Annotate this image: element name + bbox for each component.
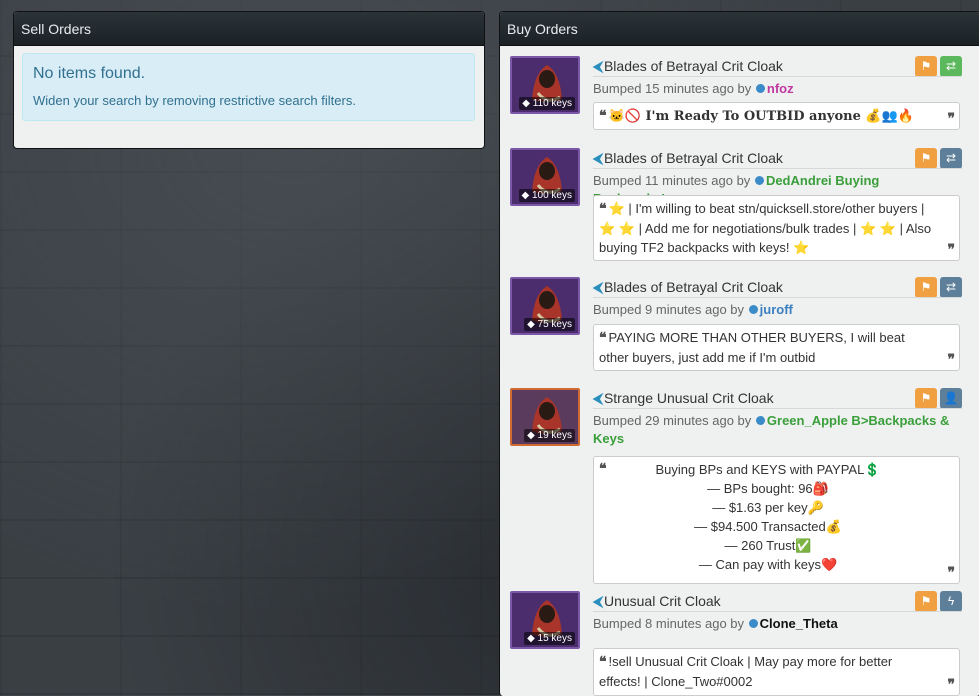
item-thumbnail[interactable]: ◆ 75 keys bbox=[510, 277, 580, 335]
instant-trade-button[interactable]: ϟ bbox=[940, 591, 962, 612]
exchange-icon: ⇄ bbox=[945, 151, 957, 165]
user-link[interactable]: Clone_Theta bbox=[760, 616, 838, 631]
listing-buttons: ⚑ ⇄ bbox=[912, 56, 962, 77]
divider bbox=[593, 408, 962, 409]
quote-open-icon: ❝ bbox=[599, 108, 607, 124]
quote-open-icon: ❝ bbox=[599, 330, 607, 346]
item-thumbnail[interactable]: ◆ 15 keys bbox=[510, 591, 580, 649]
listing-note: ❝ PAYING MORE THAN OTHER BUYERS, I will b… bbox=[593, 324, 960, 371]
report-flag-button[interactable]: ⚑ bbox=[915, 148, 937, 169]
item-title[interactable]: ⮜Blades of Betrayal Crit Cloak bbox=[593, 150, 783, 167]
arrow-left-icon: ⮜ bbox=[593, 593, 603, 609]
lightning-icon: ϟ bbox=[947, 594, 955, 608]
online-status-dot bbox=[755, 416, 765, 425]
quote-close-icon: ❞ bbox=[947, 352, 955, 368]
no-items-title: No items found. bbox=[33, 65, 146, 82]
divider bbox=[593, 76, 962, 77]
trade-offer-button[interactable]: ⇄ bbox=[940, 56, 962, 77]
no-items-hint: Widen your search by removing restrictiv… bbox=[33, 93, 356, 108]
divider bbox=[593, 297, 962, 298]
online-status-dot bbox=[748, 305, 758, 314]
quote-close-icon: ❞ bbox=[947, 565, 955, 581]
no-items-alert: No items found. Widen your search by rem… bbox=[22, 53, 475, 121]
listing-buttons: ⚑ 👤 bbox=[912, 388, 962, 409]
price-tag: ◆ 110 keys bbox=[519, 97, 575, 110]
exchange-icon: ⇄ bbox=[945, 280, 957, 294]
arrow-left-icon: ⮜ bbox=[593, 390, 603, 406]
bumped-info: Bumped 29 minutes ago by Green_Apple B>B… bbox=[593, 413, 950, 446]
flag-icon: ⚑ bbox=[920, 151, 932, 165]
trade-offer-button[interactable]: ⇄ bbox=[940, 148, 962, 169]
item-thumbnail[interactable]: ◆ 19 keys bbox=[510, 388, 580, 446]
listing-note: ❝ ⭐ | I'm willing to beat stn/quicksell.s… bbox=[593, 195, 960, 261]
report-flag-button[interactable]: ⚑ bbox=[915, 56, 937, 77]
flag-icon: ⚑ bbox=[920, 594, 932, 608]
listing-note: ❝ Buying BPs and KEYS with PAYPAL💲 — BPs… bbox=[593, 456, 960, 584]
divider bbox=[593, 611, 962, 612]
quote-open-icon: ❝ bbox=[599, 201, 607, 217]
item-title[interactable]: ⮜Blades of Betrayal Crit Cloak bbox=[593, 279, 783, 296]
report-flag-button[interactable]: ⚑ bbox=[915, 277, 937, 298]
quote-close-icon: ❞ bbox=[947, 242, 955, 258]
tag-icon: ◆ bbox=[527, 430, 538, 441]
tag-icon: ◆ bbox=[521, 190, 532, 201]
quote-open-icon: ❝ bbox=[599, 461, 607, 477]
price-tag: ◆ 75 keys bbox=[524, 318, 575, 331]
arrow-left-icon: ⮜ bbox=[593, 150, 603, 166]
flag-icon: ⚑ bbox=[920, 280, 932, 294]
item-title[interactable]: ⮜Unusual Crit Cloak bbox=[593, 593, 721, 610]
quote-close-icon: ❞ bbox=[947, 111, 955, 127]
listing-buttons: ⚑ ⇄ bbox=[912, 148, 962, 169]
online-status-dot bbox=[754, 176, 764, 185]
report-flag-button[interactable]: ⚑ bbox=[915, 388, 937, 409]
item-thumbnail[interactable]: ◆ 110 keys bbox=[510, 56, 580, 114]
sell-orders-heading: Sell Orders bbox=[14, 12, 484, 46]
item-thumbnail[interactable]: ◆ 100 keys bbox=[510, 148, 580, 206]
price-tag: ◆ 100 keys bbox=[518, 189, 575, 202]
price-tag: ◆ 19 keys bbox=[524, 429, 575, 442]
tag-icon: ◆ bbox=[527, 633, 538, 644]
add-friend-button[interactable]: 👤 bbox=[940, 388, 962, 409]
buy-orders-panel: Buy Orders ◆ 110 keys ⮜Blades of Betraya… bbox=[499, 11, 979, 696]
bumped-info: Bumped 15 minutes ago by nfoz bbox=[593, 81, 794, 96]
report-flag-button[interactable]: ⚑ bbox=[915, 591, 937, 612]
arrow-left-icon: ⮜ bbox=[593, 279, 603, 295]
online-status-dot bbox=[748, 619, 758, 628]
price-tag: ◆ 15 keys bbox=[524, 632, 575, 645]
user-link[interactable]: juroff bbox=[760, 302, 793, 317]
add-friend-icon: 👤 bbox=[943, 391, 959, 405]
arrow-left-icon: ⮜ bbox=[593, 58, 603, 74]
quote-close-icon: ❞ bbox=[947, 677, 955, 693]
listing-buttons: ⚑ ϟ bbox=[912, 591, 962, 612]
bumped-info: Bumped 9 minutes ago by juroff bbox=[593, 302, 793, 317]
tag-icon: ◆ bbox=[522, 98, 533, 109]
listing-note: ❝ 🐱🚫 I'm Ready To OUTBID anyone 💰👥🔥 ❞ bbox=[593, 102, 960, 130]
trade-offer-button[interactable]: ⇄ bbox=[940, 277, 962, 298]
flag-icon: ⚑ bbox=[920, 59, 932, 73]
item-title[interactable]: ⮜Strange Unusual Crit Cloak bbox=[593, 390, 774, 407]
bumped-info: Bumped 8 minutes ago by Clone_Theta bbox=[593, 616, 838, 631]
flag-icon: ⚑ bbox=[920, 391, 932, 405]
online-status-dot bbox=[755, 84, 765, 93]
exchange-icon: ⇄ bbox=[945, 59, 957, 73]
divider bbox=[593, 168, 962, 169]
user-link[interactable]: nfoz bbox=[767, 81, 794, 96]
quote-open-icon: ❝ bbox=[599, 654, 607, 670]
tag-icon: ◆ bbox=[527, 319, 538, 330]
buy-orders-heading: Buy Orders bbox=[500, 12, 979, 46]
listing-note: ❝ !sell Unusual Crit Cloak | May pay more… bbox=[593, 648, 960, 696]
item-title[interactable]: ⮜Blades of Betrayal Crit Cloak bbox=[593, 58, 783, 75]
listing-buttons: ⚑ ⇄ bbox=[912, 277, 962, 298]
sell-orders-panel: Sell Orders No items found. Widen your s… bbox=[13, 11, 485, 149]
